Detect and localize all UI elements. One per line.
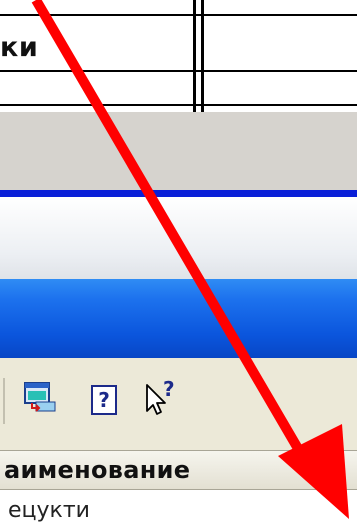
help-button[interactable]: ? <box>86 382 122 418</box>
table-cell-text: ки <box>0 32 39 63</box>
help-icon: ? <box>91 385 117 415</box>
table-row-border-middle <box>0 70 357 72</box>
column-header-name: аименование <box>4 456 191 484</box>
table-export-button[interactable] <box>18 380 62 418</box>
workspace-background <box>0 112 357 190</box>
window-panel <box>0 197 357 279</box>
table-vertical-border-left <box>193 0 196 112</box>
table-row-border-bottom <box>0 104 357 106</box>
table-vertical-border-right <box>201 0 204 112</box>
table-export-icon <box>22 380 58 419</box>
document-area <box>0 0 357 112</box>
window-title-bar[interactable] <box>0 279 357 358</box>
table-row-border-top <box>0 14 357 16</box>
list-item-label: ецукти <box>8 498 90 523</box>
context-help-button[interactable]: ? <box>140 377 182 418</box>
context-help-icon: ? <box>141 377 181 417</box>
window-border-line <box>0 190 357 197</box>
toolbar-separator <box>3 378 5 424</box>
